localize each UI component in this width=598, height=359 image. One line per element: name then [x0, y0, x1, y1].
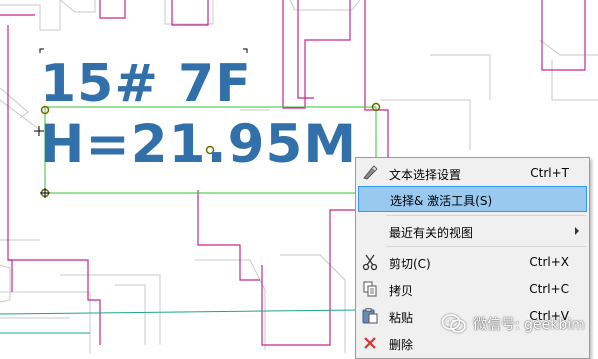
menu-item-select-activate-tool[interactable]: 选择& 激活工具(S) [358, 186, 587, 212]
delete-icon [361, 334, 379, 352]
watermark-text: 微信号: geekbim [473, 317, 585, 333]
menu-separator [386, 246, 586, 247]
menu-item-copy[interactable]: 拷贝 Ctrl+C [358, 277, 587, 301]
text-settings-icon [361, 164, 379, 182]
height-label-text: H=21.95M [40, 114, 358, 175]
menu-item-text-settings[interactable]: 文本选择设置 Ctrl+T [358, 161, 587, 185]
level-label-text: 15# 7F [40, 54, 252, 114]
paste-icon [361, 307, 379, 325]
menu-item-recent-views[interactable]: 最近有关的视图 [358, 219, 587, 243]
text-bounds-marks [39, 48, 248, 53]
scissors-icon [361, 253, 379, 271]
submenu-arrow-icon [575, 227, 579, 235]
copy-icon [361, 280, 379, 298]
reference-lines [0, 309, 361, 334]
wechat-icon [441, 314, 466, 333]
wechat-watermark: 微信号: geekbim [441, 313, 585, 335]
level-height-label[interactable]: 15# 7F H=21.95M [40, 58, 357, 171]
menu-separator [386, 215, 586, 216]
menu-item-cut[interactable]: 剪切(C) Ctrl+X [358, 250, 587, 274]
